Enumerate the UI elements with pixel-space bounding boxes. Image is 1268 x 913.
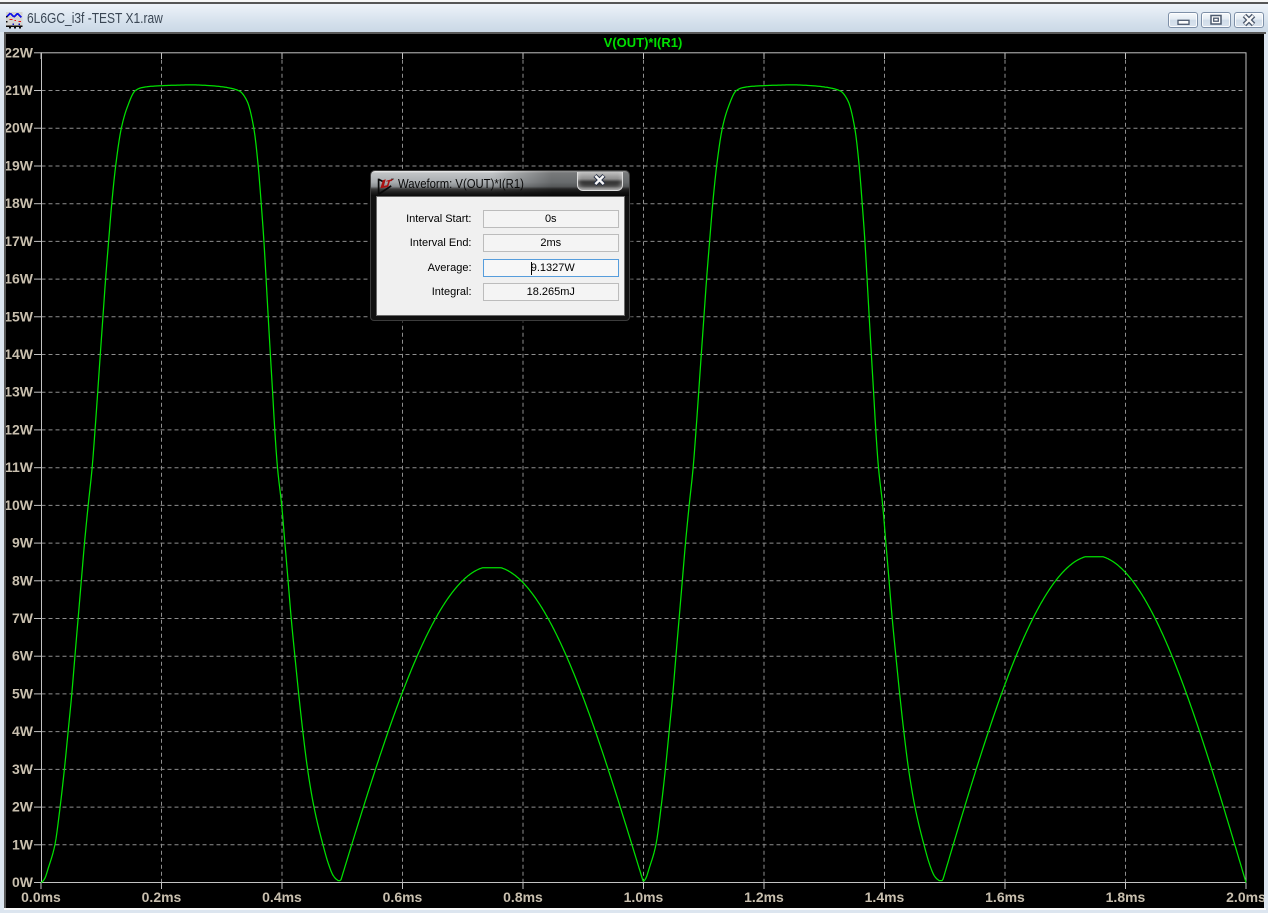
svg-text:11W: 11W xyxy=(6,459,34,475)
svg-text:16W: 16W xyxy=(6,270,34,286)
svg-text:V(OUT)*I(R1): V(OUT)*I(R1) xyxy=(604,34,683,49)
svg-text:18W: 18W xyxy=(6,195,34,211)
svg-text:9W: 9W xyxy=(12,534,34,550)
svg-text:0.4ms: 0.4ms xyxy=(262,888,302,904)
svg-text:0.2ms: 0.2ms xyxy=(142,888,182,904)
svg-text:14W: 14W xyxy=(6,345,34,361)
svg-text:10W: 10W xyxy=(6,496,34,512)
svg-text:1W: 1W xyxy=(12,836,34,852)
svg-text:21W: 21W xyxy=(6,81,34,97)
svg-text:17W: 17W xyxy=(6,232,34,248)
svg-text:20W: 20W xyxy=(6,119,34,135)
svg-text:0.6ms: 0.6ms xyxy=(383,888,423,904)
svg-text:1.0ms: 1.0ms xyxy=(624,888,664,904)
svg-text:22W: 22W xyxy=(6,44,34,60)
svg-text:12W: 12W xyxy=(6,421,34,437)
svg-text:3W: 3W xyxy=(12,760,34,776)
svg-text:5W: 5W xyxy=(12,685,34,701)
svg-text:0W: 0W xyxy=(12,873,34,889)
svg-text:13W: 13W xyxy=(6,383,34,399)
svg-text:2.0ms: 2.0ms xyxy=(1226,888,1264,904)
svg-text:0.8ms: 0.8ms xyxy=(503,888,543,904)
svg-text:8W: 8W xyxy=(12,572,34,588)
svg-text:1.8ms: 1.8ms xyxy=(1106,888,1146,904)
svg-text:7W: 7W xyxy=(12,609,34,625)
svg-text:19W: 19W xyxy=(6,157,34,173)
svg-text:6W: 6W xyxy=(12,647,34,663)
svg-text:1.2ms: 1.2ms xyxy=(744,888,784,904)
svg-text:2W: 2W xyxy=(12,798,34,814)
svg-text:0.0ms: 0.0ms xyxy=(21,888,61,904)
svg-text:1.6ms: 1.6ms xyxy=(985,888,1025,904)
svg-text:4W: 4W xyxy=(12,723,34,739)
svg-text:15W: 15W xyxy=(6,308,34,324)
svg-text:1.4ms: 1.4ms xyxy=(865,888,905,904)
